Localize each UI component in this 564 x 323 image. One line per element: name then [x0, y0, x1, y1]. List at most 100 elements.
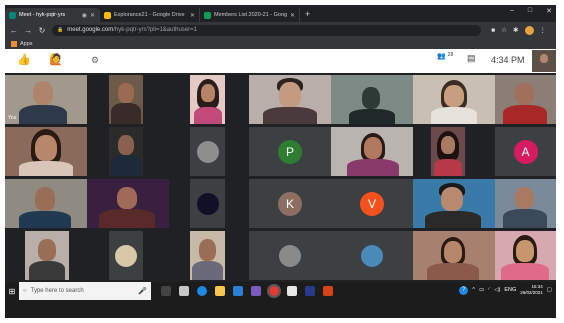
avatar — [361, 244, 383, 267]
bookmarks-bar: Apps — [5, 38, 556, 49]
participant-tile[interactable] — [495, 75, 556, 124]
participant-tile[interactable] — [413, 231, 495, 280]
tab-label: Meet - hyk-pqtr-yrs — [19, 12, 66, 18]
wifi-icon[interactable]: ◜ — [488, 287, 490, 293]
volume-icon[interactable]: ◁) — [494, 287, 500, 293]
microphone-icon[interactable]: 🎤 — [138, 287, 147, 295]
participant-tile[interactable] — [190, 127, 225, 176]
tab-meet[interactable]: Meet - hyk-pqtr-yrs ◉ ✕ — [5, 8, 100, 22]
participant-tile[interactable] — [331, 231, 413, 280]
profile-avatar[interactable] — [524, 25, 534, 35]
avatar — [196, 140, 219, 163]
help-icon[interactable]: ? — [459, 285, 469, 295]
menu-icon[interactable]: ⋮ — [540, 26, 547, 34]
chrome-icon[interactable] — [267, 284, 281, 298]
clock-time: 16:34 — [531, 284, 543, 289]
camera-icon[interactable]: ■ — [491, 27, 495, 34]
participant-tile[interactable]: K — [249, 179, 331, 228]
language-indicator[interactable]: ENG — [504, 287, 516, 293]
participant-tile[interactable] — [431, 127, 465, 176]
lock-icon: 🔒 — [57, 27, 64, 33]
tab-label: Explorance21 - Google Drive — [114, 12, 185, 18]
edge-icon[interactable] — [197, 286, 207, 296]
participant-tile[interactable] — [25, 231, 69, 280]
participant-tile[interactable] — [109, 231, 143, 280]
participant-tile[interactable] — [87, 179, 169, 228]
battery-icon[interactable]: ▭ — [479, 287, 484, 293]
avatar-letter: V — [360, 191, 384, 216]
star-icon[interactable]: ☆ — [501, 26, 507, 34]
participant-tile[interactable] — [249, 75, 331, 124]
system-clock[interactable]: 16:34 26/02/2021 — [520, 284, 543, 296]
task-view-icon[interactable] — [161, 286, 171, 296]
forward-icon[interactable]: → — [24, 26, 32, 35]
avatar-letter: A — [513, 139, 538, 164]
participant-tile[interactable] — [249, 231, 331, 280]
people-icon: 👥 — [437, 53, 446, 60]
close-icon[interactable]: ✕ — [190, 12, 195, 19]
pinned-apps — [161, 284, 333, 298]
clock-date: 26/02/2021 — [520, 290, 543, 295]
vpn-icon[interactable] — [251, 286, 261, 296]
participant-tile[interactable]: A — [495, 127, 556, 176]
participant-tile[interactable] — [190, 179, 225, 228]
system-tray: ? ^ ▭ ◜ ◁) ENG 16:34 26/02/2021 ▢ — [459, 284, 552, 296]
participant-tile[interactable]: P — [249, 127, 331, 176]
back-icon[interactable]: ← — [10, 26, 18, 35]
tab-drive[interactable]: Explorance21 - Google Drive ✕ — [100, 8, 200, 22]
participant-tile[interactable] — [109, 75, 143, 124]
windows-taskbar: ⊞ ○ Type here to search 🎤 ? ^ ▭ ◜ ◁) ENG — [5, 282, 556, 300]
taskbar-search[interactable]: ○ Type here to search 🎤 — [19, 282, 151, 300]
tab-sheets[interactable]: Members List 2020-21 - Google ✕ — [200, 8, 300, 22]
chat-icon[interactable]: ▤ — [467, 53, 476, 64]
participant-tile[interactable] — [5, 179, 87, 228]
extensions-icon[interactable]: ✱ — [513, 26, 518, 34]
close-icon[interactable]: ✕ — [290, 12, 295, 19]
file-explorer-icon[interactable] — [215, 286, 225, 296]
participant-tile[interactable] — [495, 231, 556, 280]
meet-header: 👍 🙋 ⚙ 👥 28 ▤ 4:34 PM — [5, 49, 556, 73]
avatar-letter: K — [278, 191, 302, 216]
participant-tile[interactable] — [331, 127, 413, 176]
avatar — [279, 244, 301, 267]
avatar — [115, 244, 137, 267]
participant-grid: You P A K V — [5, 73, 556, 282]
notifications-icon[interactable]: ▢ — [547, 287, 552, 293]
raise-hand-icon[interactable]: 🙋 — [49, 53, 63, 67]
app-icon[interactable] — [287, 286, 297, 296]
windows-start-icon[interactable]: ⊞ — [5, 287, 19, 296]
recording-dot-icon: ◉ — [81, 12, 87, 19]
new-tab-button[interactable]: + — [300, 8, 315, 22]
thumbs-up-icon[interactable]: 👍 — [17, 53, 31, 67]
self-view-thumbnail[interactable] — [532, 50, 556, 72]
apps-icon — [11, 40, 17, 47]
participant-tile[interactable] — [190, 231, 225, 280]
close-window-icon[interactable]: ✕ — [546, 7, 552, 15]
dropbox-icon[interactable] — [233, 286, 243, 296]
minimize-icon[interactable]: – — [510, 7, 514, 15]
mail-icon[interactable] — [179, 286, 189, 296]
window-controls: – □ ✕ — [510, 7, 552, 15]
participant-tile[interactable] — [495, 179, 556, 228]
address-bar[interactable]: 🔒 meet.google.com/hyk-pqtr-yrs?pli=1&aut… — [52, 24, 482, 36]
participant-tile[interactable] — [190, 75, 225, 124]
apps-bookmark[interactable]: Apps — [20, 41, 33, 47]
participant-tile[interactable] — [109, 127, 143, 176]
participant-tile[interactable]: V — [331, 179, 413, 228]
participant-tile[interactable] — [331, 75, 413, 124]
chevron-up-icon[interactable]: ^ — [472, 287, 475, 293]
participants-button[interactable]: 👥 28 — [437, 52, 453, 60]
participant-tile[interactable] — [413, 179, 495, 228]
meeting-clock: 4:34 PM — [491, 55, 525, 65]
meet-favicon-icon — [9, 11, 16, 19]
participant-tile[interactable] — [5, 127, 87, 176]
app-icon[interactable] — [323, 286, 333, 296]
avatar-letter: P — [278, 139, 302, 164]
participant-tile[interactable]: You — [5, 75, 87, 124]
photoshop-icon[interactable] — [305, 286, 315, 296]
maximize-icon[interactable]: □ — [528, 7, 532, 15]
close-icon[interactable]: ✕ — [90, 12, 95, 19]
participant-tile[interactable] — [413, 75, 495, 124]
reload-icon[interactable]: ↻ — [38, 26, 46, 35]
settings-icon[interactable]: ⚙ — [91, 53, 99, 67]
